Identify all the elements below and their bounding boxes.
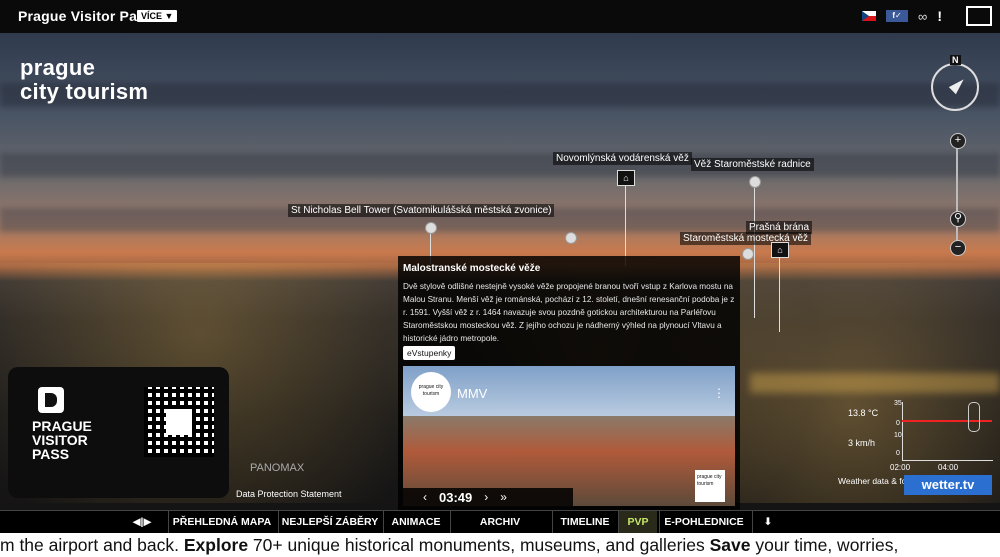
compass-needle-icon bbox=[948, 75, 968, 95]
weather-tick: 10 bbox=[894, 432, 902, 439]
ticker-text: m the airport and back. bbox=[0, 535, 184, 555]
poi-pin-icon[interactable] bbox=[742, 248, 754, 260]
weather-widget[interactable]: 13.8 °C 3 km/h 35 0 10 0 02:00 04:00 Wea… bbox=[838, 398, 1000, 500]
expand-icon[interactable]: ◀|▶ bbox=[126, 511, 158, 533]
top-bar: Prague Visitor Pass VÍCE ▼ f✓ ∞ ! bbox=[0, 0, 1000, 33]
skip-end-icon[interactable]: » bbox=[500, 490, 507, 504]
weather-time: 02:00 bbox=[890, 463, 911, 472]
zoom-search-button[interactable]: ⚲ bbox=[950, 211, 966, 227]
video-time: 03:49 bbox=[439, 489, 473, 505]
weather-tick: 0 bbox=[896, 450, 900, 457]
video-sky bbox=[403, 366, 735, 416]
zoom-in-button[interactable]: + bbox=[950, 133, 966, 149]
download-icon[interactable]: ⬇ bbox=[752, 511, 783, 533]
ticker-text: 70+ unique historical monuments, museums… bbox=[248, 535, 710, 555]
poi-pole bbox=[754, 188, 755, 318]
logo-line1: prague bbox=[20, 55, 96, 80]
fullscreen-icon[interactable] bbox=[966, 6, 992, 26]
infinity-icon[interactable]: ∞ bbox=[918, 9, 927, 24]
exclamation-icon[interactable]: ! bbox=[937, 8, 942, 24]
evstupenky-button[interactable]: eVstupenky bbox=[403, 346, 456, 360]
weather-wind: 3 km/h bbox=[848, 438, 876, 448]
panomax-watermark: PANOMAX bbox=[250, 462, 305, 474]
menu-best-shots[interactable]: NEJLEPŠÍ ZÁBĚRY bbox=[278, 511, 381, 533]
prev-icon[interactable]: ‹ bbox=[423, 490, 427, 504]
app-title[interactable]: Prague Visitor Pass bbox=[18, 8, 153, 24]
river-glow bbox=[750, 373, 1000, 393]
qr-code bbox=[144, 387, 214, 457]
video-menu-icon[interactable]: ⋮ bbox=[713, 386, 725, 400]
poi-label-staromestska-radnice[interactable]: Věž Staroměstské radnice bbox=[691, 158, 814, 171]
corner-logo: prague city tourism bbox=[695, 470, 725, 502]
video-player[interactable]: prague city tourism MMV ⋮ prague city to… bbox=[403, 366, 735, 506]
weather-tick: 35 bbox=[894, 400, 902, 407]
poi-pole bbox=[625, 186, 626, 266]
cloud-band bbox=[0, 153, 1000, 177]
popup-description: Dvě stylově odlišné nestejně vysoké věže… bbox=[403, 282, 735, 343]
poi-label-novomlynska[interactable]: Novomlýnská vodárenská věž bbox=[553, 152, 692, 165]
channel-logo: prague city tourism bbox=[411, 372, 451, 412]
thermometer-icon bbox=[968, 402, 980, 432]
visitor-pass-logo-icon bbox=[38, 387, 64, 413]
monument-icon[interactable]: ⌂ bbox=[617, 170, 635, 186]
bottom-menu: ◀|▶ PŘEHLEDNÁ MAPA NEJLEPŠÍ ZÁBĚRY ANIMA… bbox=[0, 510, 1000, 533]
wetter-tv-logo[interactable]: wetter.tv bbox=[904, 475, 992, 495]
pass-line2: VISITOR bbox=[32, 432, 88, 448]
poi-popup: Malostranské mostecké věže Dvě stylově o… bbox=[398, 256, 740, 510]
ticker-bold: Explore bbox=[183, 535, 249, 555]
poi-pole bbox=[779, 258, 780, 332]
menu-archive[interactable]: ARCHIV bbox=[450, 511, 549, 533]
zoom-slider[interactable] bbox=[956, 143, 958, 243]
channel-name: MMV bbox=[457, 386, 488, 401]
poi-label-staromestska-mostecka[interactable]: Staroměstská mostecká věž bbox=[680, 232, 812, 245]
menu-pvp[interactable]: PVP bbox=[618, 511, 657, 533]
ticker-bold: Save bbox=[709, 535, 751, 555]
compass-north: N bbox=[950, 55, 961, 65]
ticker-text: your time, worries, bbox=[750, 535, 899, 555]
prague-city-tourism-logo: prague city tourism bbox=[20, 56, 148, 104]
menu-e-postcard[interactable]: E-POHLEDNICE bbox=[659, 511, 748, 533]
qr-center bbox=[166, 409, 192, 435]
poi-pin-icon[interactable] bbox=[425, 222, 437, 234]
logo-line2: city tourism bbox=[20, 79, 149, 104]
poi-pin-icon[interactable] bbox=[565, 232, 577, 244]
monument-icon[interactable]: ⌂ bbox=[771, 242, 789, 258]
poi-label-st-nicholas[interactable]: St Nicholas Bell Tower (Svatomikulášská … bbox=[288, 204, 555, 217]
compass[interactable]: N bbox=[931, 55, 979, 111]
menu-animation[interactable]: ANIMACE bbox=[383, 511, 448, 533]
promo-ticker[interactable]: m the airport and back. Explore 70+ uniq… bbox=[0, 533, 1000, 557]
weather-time: 04:00 bbox=[938, 463, 959, 472]
zoom-out-button[interactable]: − bbox=[950, 240, 966, 256]
menu-overview-map[interactable]: PŘEHLEDNÁ MAPA bbox=[168, 511, 275, 533]
pass-line1: PRAGUE bbox=[32, 418, 92, 434]
poi-pin-icon[interactable] bbox=[749, 176, 761, 188]
video-controls: ‹ 03:49 › » bbox=[403, 488, 573, 506]
menu-timeline[interactable]: TIMELINE bbox=[552, 511, 617, 533]
weather-tick: 0 bbox=[896, 420, 900, 427]
flag-cz-icon[interactable] bbox=[862, 11, 877, 21]
next-icon[interactable]: › bbox=[484, 490, 488, 504]
weather-temp: 13.8 °C bbox=[848, 408, 879, 418]
topbar-icons: f✓ ∞ ! bbox=[862, 6, 992, 26]
visitor-pass-card[interactable]: PRAGUE VISITOR PASS bbox=[8, 367, 229, 498]
visitor-pass-text: PRAGUE VISITOR PASS bbox=[32, 419, 92, 461]
more-dropdown[interactable]: VÍCE ▼ bbox=[137, 10, 178, 22]
cloud-band bbox=[0, 83, 1000, 107]
pass-line3: PASS bbox=[32, 446, 70, 462]
popup-title: Malostranské mostecké věže bbox=[403, 263, 541, 274]
data-protection-link[interactable]: Data Protection Statement bbox=[236, 489, 342, 499]
facebook-twitter-icon[interactable]: f✓ bbox=[886, 10, 909, 22]
